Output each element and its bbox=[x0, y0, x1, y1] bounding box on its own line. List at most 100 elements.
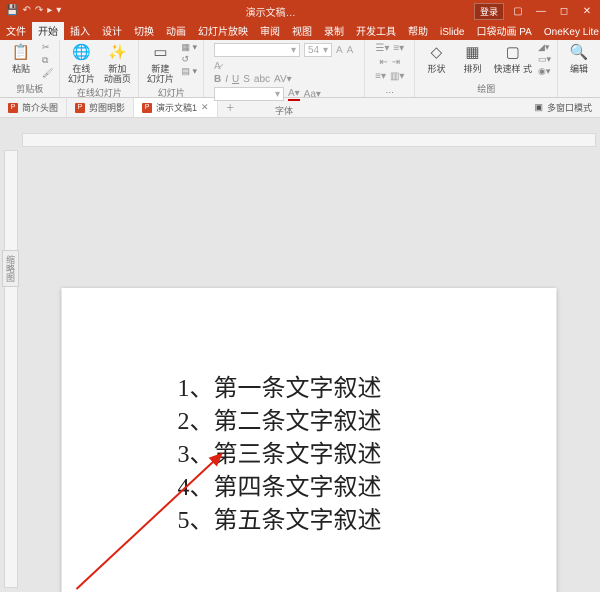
layout-icon[interactable]: ▦ ▾ bbox=[181, 42, 197, 53]
numbering-icon[interactable]: ≡▾ bbox=[393, 43, 404, 54]
ppt-icon: P bbox=[142, 103, 152, 113]
ribbon-font-group: ▾ 54▾ A A A̷ B I U S abc AV▾ ▾ A▾ Aa▾ 字体 bbox=[204, 40, 365, 97]
tab-record[interactable]: 录制 bbox=[318, 22, 350, 40]
new-anim-button[interactable]: ✨ 新加动画页 bbox=[102, 42, 132, 84]
redo-icon[interactable]: ↷ bbox=[35, 5, 43, 16]
tab-help[interactable]: 帮助 bbox=[402, 22, 434, 40]
spacing-icon[interactable]: AV▾ bbox=[274, 74, 292, 85]
increase-font-icon[interactable]: A bbox=[336, 45, 343, 56]
online-slides-label: 在线幻灯片 bbox=[66, 84, 132, 99]
tab-pa[interactable]: 口袋动画 PA bbox=[470, 22, 537, 40]
font-size-select[interactable]: 54▾ bbox=[304, 43, 332, 57]
tab-view[interactable]: 视图 bbox=[286, 22, 318, 40]
shapes-button[interactable]: ◇ 形状 bbox=[421, 42, 451, 74]
tab-transitions[interactable]: 切换 bbox=[128, 22, 160, 40]
undo-icon[interactable]: ↶ bbox=[22, 5, 30, 16]
doc-tab-2[interactable]: P 演示文稿1 ✕ bbox=[134, 98, 218, 117]
font-style-select[interactable]: ▾ bbox=[214, 87, 284, 101]
doc-tab-0[interactable]: P 简介头图 bbox=[0, 98, 67, 117]
multi-window-button[interactable]: ▣ 多窗口模式 bbox=[526, 101, 600, 114]
tab-file[interactable]: 文件 bbox=[0, 22, 32, 40]
align-icon[interactable]: ≡▾ bbox=[375, 71, 386, 82]
tab-slideshow[interactable]: 幻灯片放映 bbox=[192, 22, 254, 40]
increase-indent-icon[interactable]: ⇥ bbox=[392, 57, 400, 68]
italic-icon[interactable]: I bbox=[225, 74, 228, 85]
shape-fill-icon[interactable]: ◢▾ bbox=[538, 42, 551, 53]
anim-icon: ✨ bbox=[107, 42, 127, 62]
clear-format-icon[interactable]: A̷ bbox=[214, 61, 221, 72]
new-slide-button[interactable]: ▭ 新建幻灯片 bbox=[145, 42, 175, 84]
slide-viewport[interactable]: 1、第一条文字叙述 2、第二条文字叙述 3、第三条文字叙述 4、第四条文字叙述 … bbox=[28, 158, 590, 592]
arrange-button[interactable]: ▦ 排列 bbox=[457, 42, 487, 74]
underline-icon[interactable]: U bbox=[232, 74, 239, 85]
horizontal-ruler[interactable] bbox=[22, 133, 596, 147]
font-color-icon[interactable]: A▾ bbox=[288, 88, 300, 101]
highlight-icon[interactable]: Aa▾ bbox=[304, 89, 321, 100]
list-item: 2、第二条文字叙述 bbox=[178, 406, 382, 439]
close-icon[interactable]: ✕ bbox=[578, 6, 596, 17]
columns-icon[interactable]: ▥▾ bbox=[390, 71, 404, 82]
shadow-icon[interactable]: abc bbox=[254, 74, 270, 85]
online-slide-icon: 🌐 bbox=[71, 42, 91, 62]
ribbon-drawing-group: ◇ 形状 ▦ 排列 ▢ 快速样 式 ◢▾ ▭▾ ◉▾ 绘图 bbox=[415, 40, 558, 97]
thumbnails-toggle[interactable]: 缩略图 bbox=[2, 250, 19, 287]
tab-developer[interactable]: 开发工具 bbox=[350, 22, 402, 40]
ribbon-opts-icon[interactable]: ▢ bbox=[509, 6, 527, 17]
tab-review[interactable]: 审阅 bbox=[254, 22, 286, 40]
bullets-icon[interactable]: ☰▾ bbox=[375, 43, 389, 54]
title-bar: 💾 ↶ ↷ ▸ ▾ 演示文稿… 登录 ▢ — ◻ ✕ bbox=[0, 0, 600, 22]
section-icon[interactable]: ▤ ▾ bbox=[181, 66, 197, 77]
find-icon: 🔍 bbox=[569, 42, 589, 62]
annotation-arrow-icon bbox=[72, 444, 242, 592]
cut-icon[interactable]: ✂ bbox=[42, 42, 53, 53]
paragraph-label: … bbox=[371, 83, 408, 95]
ribbon-clipboard-group: 📋 粘贴 ✂ ⧉ 🖌 剪贴板 bbox=[0, 40, 60, 97]
ribbon-tabs: 文件 开始 插入 设计 切换 动画 幻灯片放映 审阅 视图 录制 开发工具 帮助… bbox=[0, 22, 600, 40]
slideshow-icon[interactable]: ▸ bbox=[47, 5, 52, 16]
list-item: 1、第一条文字叙述 bbox=[178, 373, 382, 406]
decrease-font-icon[interactable]: A bbox=[347, 45, 354, 56]
close-tab-icon[interactable]: ✕ bbox=[201, 102, 209, 113]
minimize-icon[interactable]: — bbox=[532, 6, 550, 17]
paste-button[interactable]: 📋 粘贴 bbox=[6, 42, 36, 74]
arrange-icon: ▦ bbox=[462, 42, 482, 62]
clipboard-label: 剪贴板 bbox=[6, 80, 53, 95]
tab-home[interactable]: 开始 bbox=[32, 22, 64, 40]
tab-islide[interactable]: iSlide bbox=[434, 25, 470, 40]
ppt-icon: P bbox=[75, 103, 85, 113]
font-family-select[interactable]: ▾ bbox=[214, 43, 300, 57]
qat-dropdown-icon[interactable]: ▾ bbox=[56, 5, 61, 16]
save-icon[interactable]: 💾 bbox=[6, 5, 18, 16]
reset-icon[interactable]: ↺ bbox=[181, 54, 197, 65]
shapes-icon: ◇ bbox=[426, 42, 446, 62]
vertical-ruler[interactable] bbox=[4, 150, 18, 588]
login-button[interactable]: 登录 bbox=[474, 3, 504, 20]
decrease-indent-icon[interactable]: ⇤ bbox=[379, 57, 387, 68]
ribbon-editing-group: 🔍 编辑 bbox=[558, 40, 600, 97]
tab-insert[interactable]: 插入 bbox=[64, 22, 96, 40]
bold-icon[interactable]: B bbox=[214, 74, 221, 85]
maximize-icon[interactable]: ◻ bbox=[555, 6, 573, 17]
ribbon-slides-group: ▭ 新建幻灯片 ▦ ▾ ↺ ▤ ▾ 幻灯片 bbox=[139, 40, 204, 97]
quick-styles-button[interactable]: ▢ 快速样 式 bbox=[493, 42, 532, 74]
new-slide-icon: ▭ bbox=[150, 42, 170, 62]
ppt-icon: P bbox=[8, 103, 18, 113]
quick-access-toolbar: 💾 ↶ ↷ ▸ ▾ bbox=[0, 6, 67, 17]
editing-button[interactable]: 🔍 编辑 bbox=[564, 42, 594, 74]
doc-tab-1[interactable]: P 剪图明影 bbox=[67, 98, 134, 117]
tab-design[interactable]: 设计 bbox=[96, 22, 128, 40]
document-title: 演示文稿… bbox=[67, 4, 474, 19]
copy-icon[interactable]: ⧉ bbox=[42, 55, 53, 66]
ribbon-paragraph-group: ☰▾ ≡▾ ⇤ ⇥ ≡▾ ▥▾ … bbox=[365, 40, 415, 97]
tab-animations[interactable]: 动画 bbox=[160, 22, 192, 40]
online-slide-button[interactable]: 🌐 在线幻灯片 bbox=[66, 42, 96, 84]
format-painter-icon[interactable]: 🖌 bbox=[42, 68, 53, 79]
slides-label: 幻灯片 bbox=[145, 84, 197, 99]
shape-outline-icon[interactable]: ▭▾ bbox=[538, 54, 551, 65]
slide-canvas[interactable]: 1、第一条文字叙述 2、第二条文字叙述 3、第三条文字叙述 4、第四条文字叙述 … bbox=[62, 288, 557, 592]
shape-effects-icon[interactable]: ◉▾ bbox=[538, 66, 551, 77]
tab-onekey[interactable]: OneKey Lite bbox=[538, 25, 600, 40]
ribbon-online-slides-group: 🌐 在线幻灯片 ✨ 新加动画页 在线幻灯片 bbox=[60, 40, 139, 97]
font-label: 字体 bbox=[210, 102, 358, 117]
strikethrough-icon[interactable]: S bbox=[243, 74, 250, 85]
